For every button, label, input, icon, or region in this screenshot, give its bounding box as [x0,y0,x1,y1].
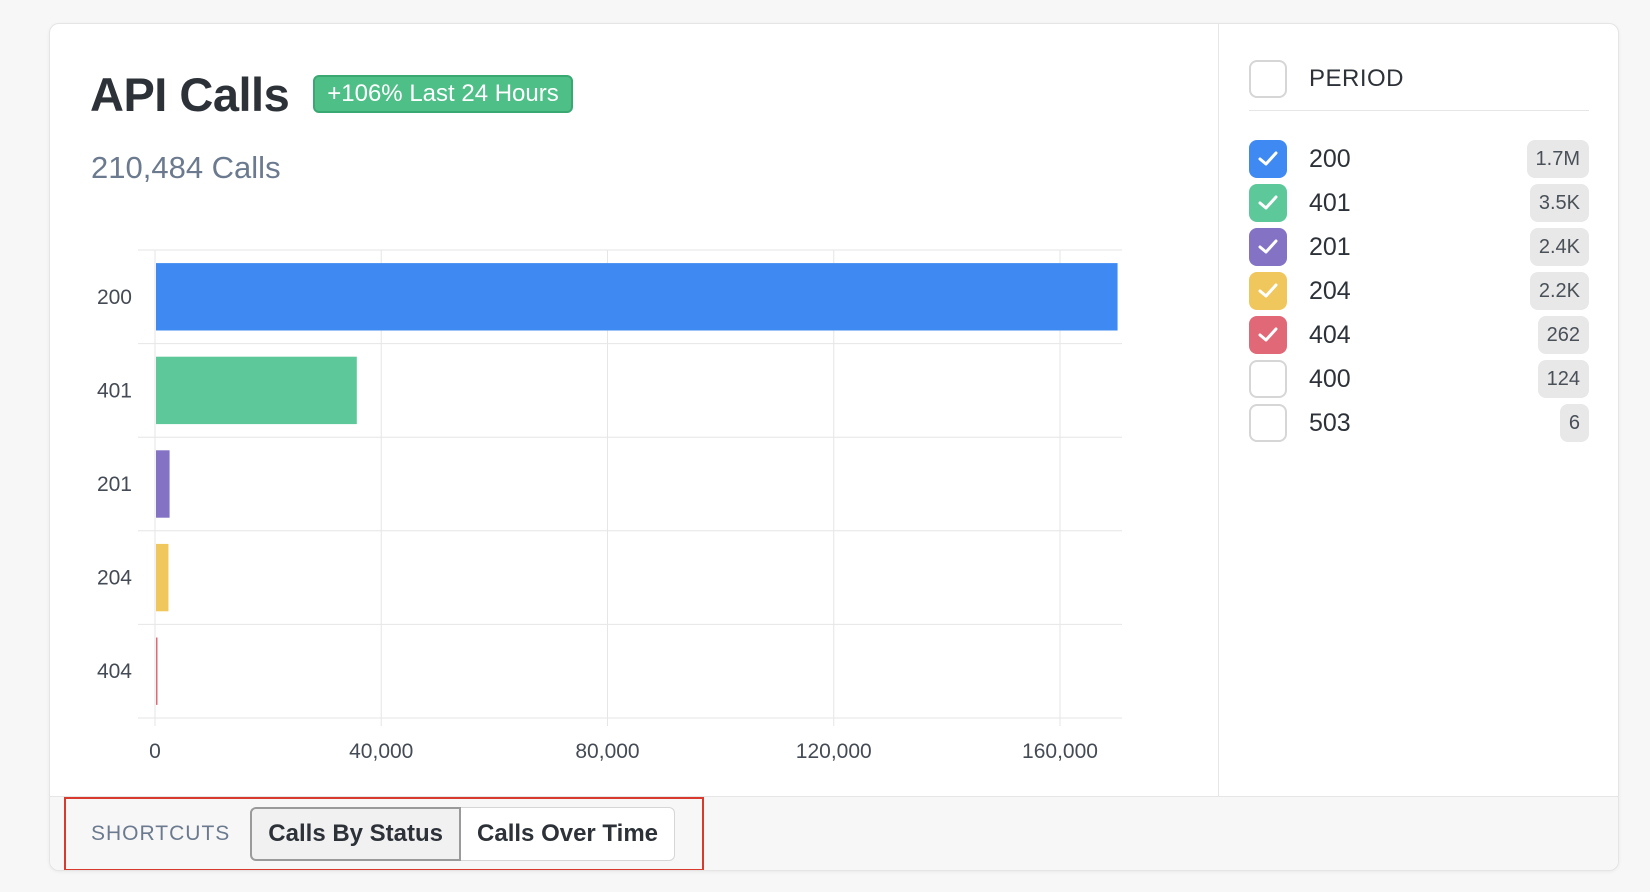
check-icon [1258,151,1278,167]
count-badge: 2.2K [1529,272,1589,310]
y-tick-label: 200 [97,286,132,309]
count-badge: 262 [1537,316,1589,354]
bar-chart: 200 401 201 204 404 0 40,000 80,000 120,000 160,0… [97,249,1122,763]
bar-404[interactable] [156,637,158,705]
y-tick-label: 204 [97,567,132,590]
count-badge: 3.5K [1529,184,1589,222]
bar-204[interactable] [156,543,169,612]
count-badge: 124 [1537,360,1589,398]
status-checkbox[interactable] [1249,184,1287,222]
legend-item-401[interactable]: 401 3.5K [1249,181,1589,225]
status-code-label: 401 [1309,188,1351,217]
count-badge: 6 [1559,404,1589,442]
status-code-label: 404 [1309,320,1351,349]
status-checkbox[interactable] [1249,272,1287,310]
chart-panel: API Calls +106% Last 24 Hours 210,484 Ca… [50,24,1219,796]
x-tick-label: 160,000 [1022,740,1098,763]
period-checkbox[interactable] [1249,60,1287,98]
count-badge: 1.7M [1526,140,1589,178]
status-checkbox[interactable] [1249,360,1287,398]
status-code-label: 204 [1309,276,1351,305]
x-tick-label: 40,000 [349,740,413,763]
x-tick-label: 120,000 [796,740,872,763]
shortcut-button-group: Calls By Status Calls Over Time [250,807,676,861]
status-code-label: 201 [1309,232,1351,261]
status-code-label: 200 [1309,144,1351,173]
y-tick-label: 201 [97,473,132,496]
bar-200[interactable] [156,263,1118,331]
bar-401[interactable] [156,356,357,425]
check-icon [1258,327,1278,343]
legend-item-503[interactable]: 503 6 [1249,401,1589,445]
legend-item-200[interactable]: 200 1.7M [1249,137,1589,181]
calls-over-time-button[interactable]: Calls Over Time [461,807,676,861]
period-header: PERIOD [1249,54,1589,111]
check-icon [1258,239,1278,255]
status-checkbox[interactable] [1249,140,1287,178]
x-tick-label: 0 [149,740,161,763]
calls-by-status-button[interactable]: Calls By Status [250,807,462,861]
legend-panel: PERIOD 200 1.7M 401 3.5K 201 2.4K 204 2.2K 404 26… [1219,24,1618,796]
footer-bar: SHORTCUTS Calls By Status Calls Over Tim… [50,796,1618,870]
count-badge: 2.4K [1529,228,1589,266]
status-checkbox[interactable] [1249,316,1287,354]
legend-list: 200 1.7M 401 3.5K 201 2.4K 204 2.2K 404 262 400 124… [1249,137,1589,445]
legend-item-400[interactable]: 400 124 [1249,357,1589,401]
y-tick-label: 404 [97,660,132,683]
check-icon [1258,195,1278,211]
status-code-label: 503 [1309,408,1351,437]
status-checkbox[interactable] [1249,228,1287,266]
legend-item-404[interactable]: 404 262 [1249,313,1589,357]
shortcuts-group: SHORTCUTS Calls By Status Calls Over Tim… [64,797,704,870]
status-code-label: 400 [1309,364,1351,393]
shortcuts-label: SHORTCUTS [91,822,231,845]
api-calls-card: API Calls +106% Last 24 Hours 210,484 Ca… [49,23,1619,871]
bar-201[interactable] [156,450,170,518]
legend-item-201[interactable]: 201 2.4K [1249,225,1589,269]
y-tick-label: 401 [97,379,132,402]
x-tick-label: 80,000 [575,740,639,763]
check-icon [1258,283,1278,299]
legend-item-204[interactable]: 204 2.2K [1249,269,1589,313]
status-checkbox[interactable] [1249,404,1287,442]
period-label: PERIOD [1309,65,1405,92]
